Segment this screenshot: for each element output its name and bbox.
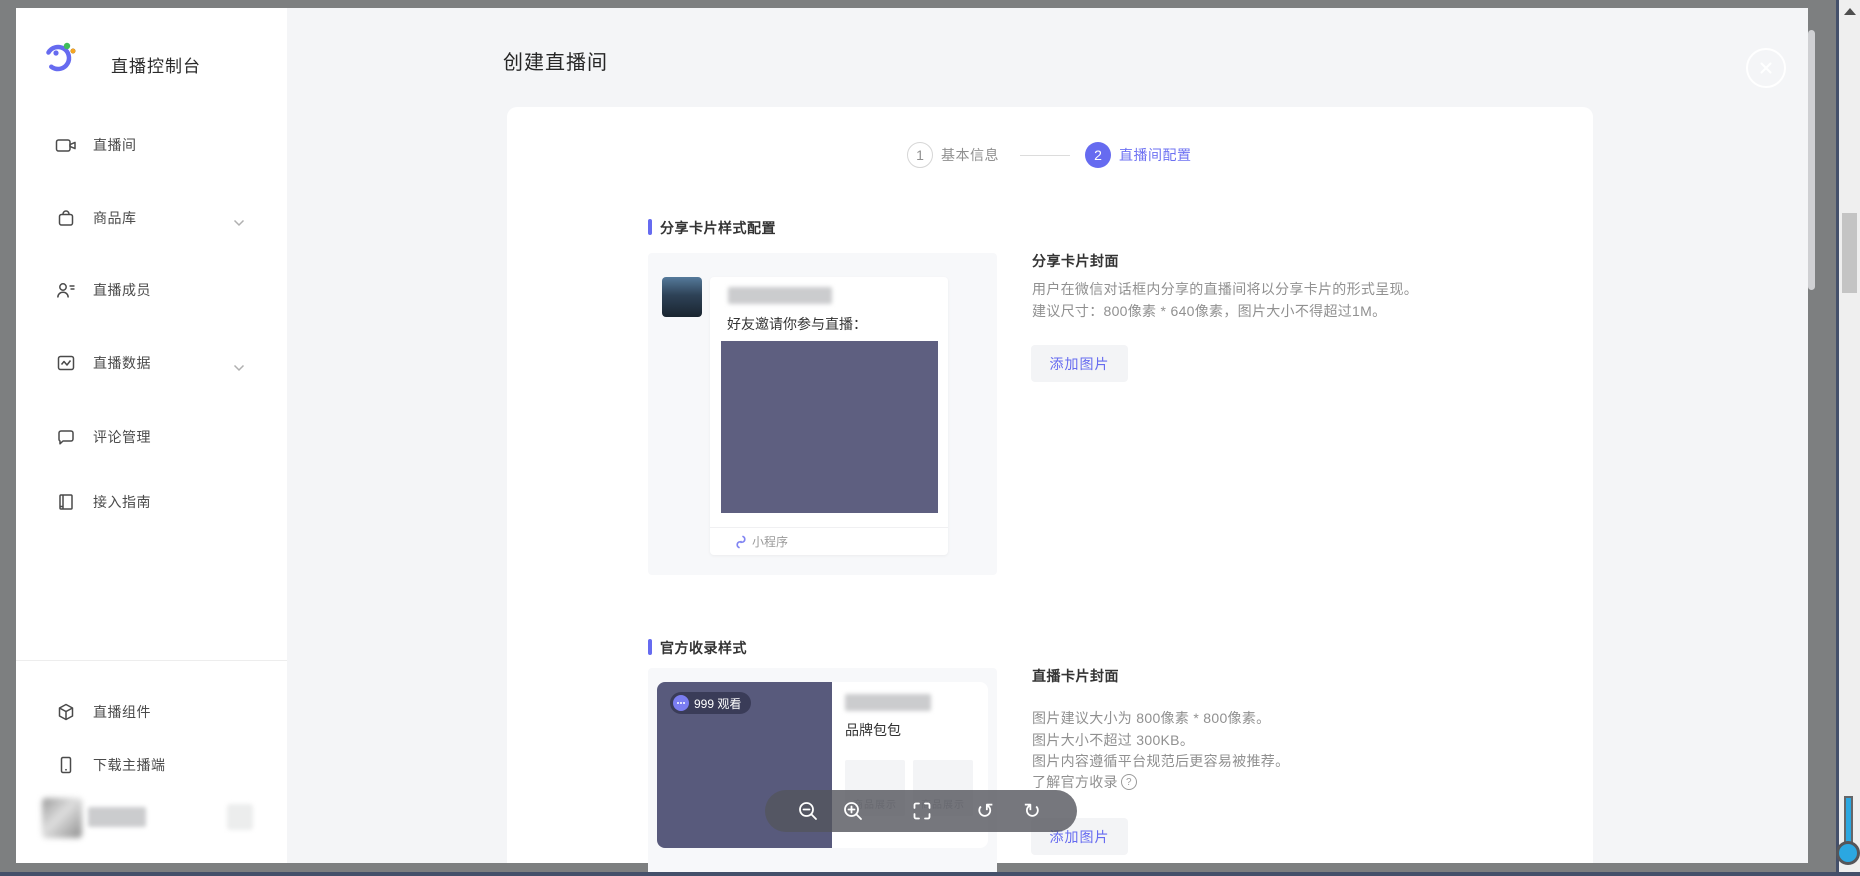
zoom-in-icon[interactable] <box>842 800 864 822</box>
comment-bubble-icon <box>55 426 77 448</box>
sidebar-item-comment-management[interactable]: 评论管理 <box>40 422 270 452</box>
step-label: 基本信息 <box>941 145 999 165</box>
zoom-out-icon[interactable] <box>797 800 819 822</box>
stepper-step-basic-info[interactable]: 1 基本信息 <box>907 142 999 168</box>
live-title-redacted <box>845 694 931 711</box>
rotate-right-icon[interactable]: ↻ <box>1021 800 1043 822</box>
browser-scrollbar-thumb[interactable] <box>1842 213 1857 293</box>
chevron-down-icon <box>233 359 245 377</box>
share-cover-placeholder <box>721 341 938 513</box>
sidebar-item-label: 直播间 <box>93 135 137 155</box>
share-info-line2: 建议尺寸：800像素 * 640像素，图片大小不得超过1M。 <box>1032 301 1386 321</box>
share-info-line1: 用户在微信对话框内分享的直播间将以分享卡片的形式呈现。 <box>1032 279 1418 299</box>
share-avatar-image <box>662 277 702 317</box>
viewers-badge: 999 观看 <box>670 692 751 714</box>
sidebar-item-live-components[interactable]: 直播组件 <box>40 697 270 727</box>
step-number: 1 <box>907 142 933 168</box>
sidebar-item-label: 接入指南 <box>93 492 151 512</box>
modal-title: 创建直播间 <box>503 46 608 75</box>
window-border-bottom <box>0 872 1860 876</box>
fullscreen-icon[interactable] <box>911 800 933 822</box>
chevron-down-icon <box>233 214 245 232</box>
sidebar-divider <box>16 660 287 661</box>
section-accent-bar <box>648 639 652 655</box>
sidebar-item-label: 直播数据 <box>93 353 151 373</box>
stepper-connector <box>1020 155 1070 156</box>
help-link-label: 了解官方收录 <box>1032 772 1118 792</box>
window-frame: 直播控制台 直播间 商品库 直播成员 直播数据 <box>0 0 1860 876</box>
image-viewer-toolbar: ↺ ↻ <box>765 790 1077 832</box>
share-section-heading: 分享卡片样式配置 <box>660 218 776 238</box>
close-icon <box>1758 60 1774 76</box>
official-info-title: 直播卡片封面 <box>1032 666 1119 686</box>
account-extra-redacted <box>227 804 253 830</box>
live-status-icon <box>673 695 689 711</box>
section-accent-bar <box>648 219 652 235</box>
chat-title-redacted <box>728 287 832 304</box>
guide-book-icon <box>55 491 77 513</box>
video-camera-icon <box>55 134 77 156</box>
chat-card-divider <box>710 527 948 528</box>
step-label: 直播间配置 <box>1119 145 1192 165</box>
official-info-line2: 图片大小不超过 300KB。 <box>1032 730 1194 750</box>
cube-icon <box>55 701 77 723</box>
members-icon <box>55 279 77 301</box>
sidebar-item-integration-guide[interactable]: 接入指南 <box>40 487 270 517</box>
question-circle-icon: ? <box>1121 774 1137 790</box>
sidebar-item-live-members[interactable]: 直播成员 <box>40 275 270 305</box>
mini-program-label: 小程序 <box>752 533 788 550</box>
cursor-indicator-dot <box>1836 841 1860 865</box>
invite-text: 好友邀请你参与直播： <box>727 314 867 334</box>
phone-icon <box>55 754 77 776</box>
chart-icon <box>55 352 77 374</box>
sidebar-item-live-data[interactable]: 直播数据 <box>40 348 270 378</box>
step-number: 2 <box>1085 142 1111 168</box>
chat-card-footer: 小程序 <box>735 533 788 550</box>
browser-scrollbar-track[interactable] <box>1839 0 1860 872</box>
app-logo-icon <box>40 38 78 76</box>
close-button[interactable] <box>1746 48 1786 88</box>
sidebar-item-live-rooms[interactable]: 直播间 <box>40 130 270 160</box>
scrollbar-up-arrow-icon[interactable] <box>1844 8 1856 15</box>
page-scrollbar-thumb[interactable] <box>1808 30 1815 290</box>
account-name-redacted <box>88 807 146 827</box>
official-listing-help-link[interactable]: 了解官方收录 ? <box>1032 772 1137 792</box>
app-title: 直播控制台 <box>111 52 201 77</box>
sidebar-item-product-library[interactable]: 商品库 <box>40 203 270 233</box>
account-avatar[interactable] <box>42 798 82 838</box>
add-image-button-share[interactable]: 添加图片 <box>1031 345 1128 382</box>
stepper-step-room-config[interactable]: 2 直播间配置 <box>1085 142 1192 168</box>
live-room-title: 品牌包包 <box>845 720 901 740</box>
sidebar-item-label: 商品库 <box>93 208 137 228</box>
sidebar-item-label: 下载主播端 <box>93 755 166 775</box>
mini-program-icon <box>735 535 747 549</box>
share-info-title: 分享卡片封面 <box>1032 251 1119 271</box>
viewers-count: 999 观看 <box>694 695 741 712</box>
sidebar-item-label: 评论管理 <box>93 427 151 447</box>
official-section-heading: 官方收录样式 <box>660 638 747 658</box>
sidebar-item-label: 直播成员 <box>93 280 151 300</box>
shopping-bag-icon <box>55 207 77 229</box>
sidebar-item-download-broadcaster[interactable]: 下载主播端 <box>40 750 270 780</box>
official-info-line1: 图片建议大小为 800像素 * 800像素。 <box>1032 708 1270 728</box>
rotate-left-icon[interactable]: ↺ <box>974 800 996 822</box>
official-info-line3: 图片内容遵循平台规范后更容易被推荐。 <box>1032 751 1289 771</box>
sidebar-item-label: 直播组件 <box>93 702 151 722</box>
